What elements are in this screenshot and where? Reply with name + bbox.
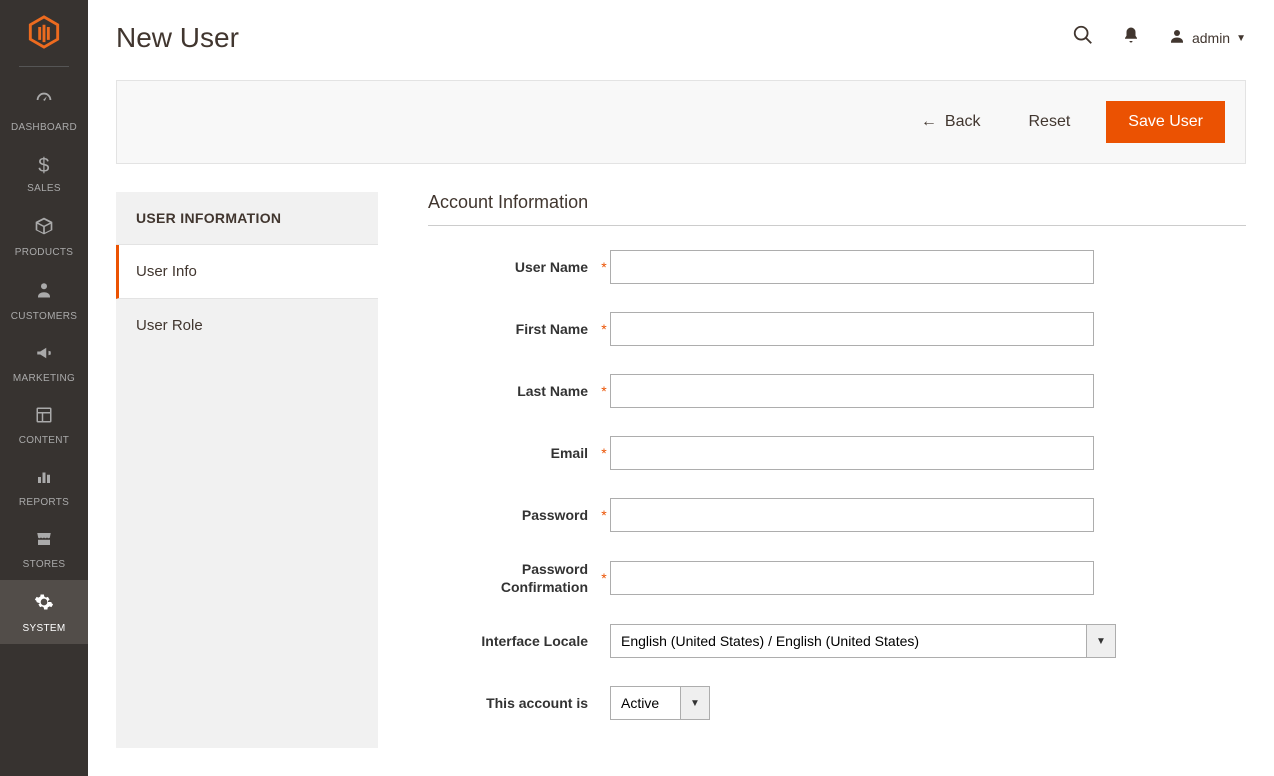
username-field[interactable] (610, 250, 1094, 284)
password-confirm-field[interactable] (610, 561, 1094, 595)
lastname-field[interactable] (610, 374, 1094, 408)
bell-icon[interactable] (1122, 25, 1140, 51)
search-icon[interactable] (1072, 24, 1094, 52)
back-label: Back (945, 113, 981, 131)
row-account-is: This account is Active ▼ (428, 686, 1246, 720)
sidebar-item-dashboard[interactable]: DASHBOARD (0, 77, 88, 143)
tab-user-info[interactable]: User Info (116, 245, 378, 299)
nav-label: MARKETING (13, 373, 75, 384)
sidebar-item-reports[interactable]: REPORTS (0, 456, 88, 518)
user-icon (1168, 27, 1186, 50)
sidebar: DASHBOARD $ SALES PRODUCTS CUSTOMERS MAR… (0, 0, 88, 776)
reset-button[interactable]: Reset (1017, 105, 1083, 139)
nav-label: DASHBOARD (11, 122, 77, 133)
tab-user-role[interactable]: User Role (116, 299, 378, 352)
dollar-icon: $ (38, 155, 49, 178)
storefront-icon (34, 530, 54, 554)
firstname-field[interactable] (610, 312, 1094, 346)
nav-label: REPORTS (19, 497, 69, 508)
header-actions: admin ▼ (1072, 24, 1246, 52)
page-header: New User admin ▼ (116, 0, 1246, 80)
row-username: User Name * (428, 250, 1246, 284)
save-user-button[interactable]: Save User (1106, 101, 1225, 143)
tabs-heading: USER INFORMATION (116, 192, 378, 245)
content-area: USER INFORMATION User Info User Role Acc… (116, 192, 1246, 748)
nav-label: SYSTEM (23, 623, 66, 634)
section-title: Account Information (428, 192, 1246, 226)
nav-label: SALES (27, 183, 61, 194)
sidebar-item-products[interactable]: PRODUCTS (0, 204, 88, 268)
arrow-left-icon: ← (921, 113, 937, 131)
sidebar-item-system[interactable]: SYSTEM (0, 580, 88, 644)
locale-select-wrap: English (United States) / English (Unite… (610, 624, 1116, 658)
chevron-down-icon: ▼ (1236, 33, 1246, 44)
required-marker: * (598, 570, 610, 586)
label-username: User Name (428, 259, 598, 275)
box-icon (34, 216, 54, 242)
sidebar-item-customers[interactable]: CUSTOMERS (0, 268, 88, 332)
megaphone-icon (34, 344, 54, 368)
sidebar-item-stores[interactable]: STORES (0, 518, 88, 580)
layout-icon (35, 406, 53, 430)
required-marker (598, 633, 610, 649)
label-password-confirm: Password Confirmation (428, 560, 598, 596)
row-password: Password * (428, 498, 1246, 532)
row-password-confirm: Password Confirmation * (428, 560, 1246, 596)
action-bar: ← Back Reset Save User (116, 80, 1246, 164)
account-status-select-wrap: Active ▼ (610, 686, 710, 720)
required-marker: * (598, 507, 610, 523)
nav-label: PRODUCTS (15, 247, 74, 258)
label-password: Password (428, 507, 598, 523)
sidebar-item-content[interactable]: CONTENT (0, 394, 88, 456)
row-firstname: First Name * (428, 312, 1246, 346)
sidebar-divider (19, 66, 69, 67)
page-title: New User (116, 22, 239, 54)
gear-icon (34, 592, 54, 618)
required-marker: * (598, 383, 610, 399)
sidebar-item-sales[interactable]: $ SALES (0, 143, 88, 204)
sidebar-item-marketing[interactable]: MARKETING (0, 332, 88, 394)
email-field[interactable] (610, 436, 1094, 470)
chart-icon (35, 468, 53, 492)
nav-label: STORES (23, 559, 66, 570)
reset-label: Reset (1029, 113, 1071, 131)
tabs-panel: USER INFORMATION User Info User Role (116, 192, 378, 748)
row-lastname: Last Name * (428, 374, 1246, 408)
dashboard-icon (33, 89, 55, 117)
nav-label: CONTENT (19, 435, 69, 446)
label-lastname: Last Name (428, 383, 598, 399)
locale-select[interactable]: English (United States) / English (Unite… (610, 624, 1116, 658)
magento-logo-icon[interactable] (24, 12, 64, 52)
label-email: Email (428, 445, 598, 461)
label-password-confirm-line1: Password (522, 561, 588, 577)
admin-label: admin (1192, 30, 1230, 46)
label-firstname: First Name (428, 321, 598, 337)
label-account-is: This account is (428, 695, 598, 711)
required-marker: * (598, 445, 610, 461)
required-marker: * (598, 321, 610, 337)
nav-label: CUSTOMERS (11, 311, 77, 322)
required-marker: * (598, 259, 610, 275)
label-locale: Interface Locale (428, 633, 598, 649)
admin-account-menu[interactable]: admin ▼ (1168, 27, 1246, 50)
row-locale: Interface Locale English (United States)… (428, 624, 1246, 658)
required-marker (598, 695, 610, 711)
back-button[interactable]: ← Back (909, 105, 993, 139)
person-icon (35, 280, 53, 306)
form-area: Account Information User Name * First Na… (428, 192, 1246, 748)
password-field[interactable] (610, 498, 1094, 532)
account-status-select[interactable]: Active (610, 686, 710, 720)
label-password-confirm-line2: Confirmation (501, 579, 588, 595)
row-email: Email * (428, 436, 1246, 470)
main-content: New User admin ▼ ← Ba (88, 0, 1274, 776)
